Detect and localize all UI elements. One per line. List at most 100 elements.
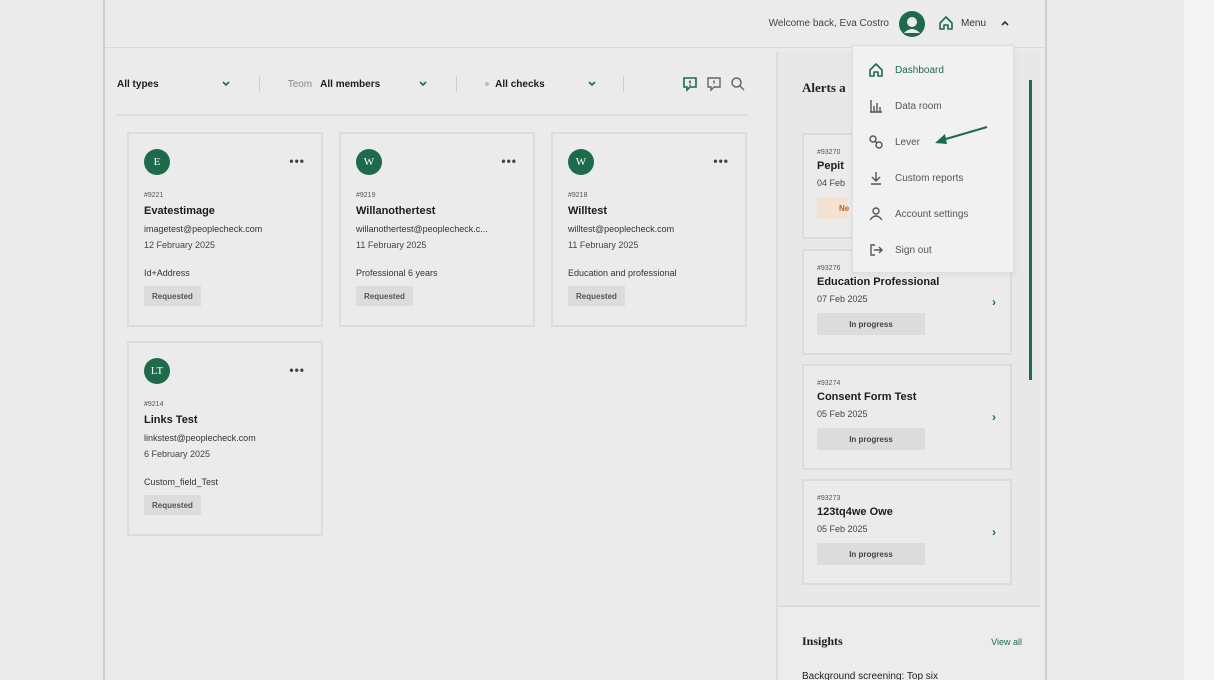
user-avatar[interactable] bbox=[899, 11, 925, 37]
more-options-icon[interactable]: ••• bbox=[501, 154, 517, 168]
alert-id: #93274 bbox=[817, 380, 841, 387]
candidate-id: #9219 bbox=[356, 192, 376, 199]
candidate-card[interactable]: W ••• #9218 Willtest willtest@peoplechec… bbox=[551, 132, 747, 327]
status-badge: In progress bbox=[817, 428, 925, 450]
insight-item[interactable]: Background screening: Top six bbox=[802, 671, 938, 680]
chevron-down-icon bbox=[419, 81, 427, 87]
candidate-check: Education and professional bbox=[568, 268, 677, 278]
candidate-email: imagetest@peoplecheck.com bbox=[144, 224, 263, 234]
more-options-icon[interactable]: ••• bbox=[289, 154, 305, 168]
candidate-avatar: LT bbox=[144, 358, 170, 384]
filter-team-label: Teom bbox=[287, 78, 313, 90]
alert-name: Education Professional bbox=[817, 276, 940, 288]
status-badge: Ne bbox=[817, 197, 849, 219]
outer-left-background bbox=[0, 0, 103, 680]
outer-right-background bbox=[1184, 0, 1214, 680]
chevron-right-icon[interactable]: › bbox=[992, 525, 996, 539]
chevron-down-icon bbox=[222, 81, 230, 87]
download-icon bbox=[871, 172, 881, 185]
candidate-card[interactable]: E ••• #9221 Evatestimage imagetest@peopl… bbox=[127, 132, 323, 327]
candidate-avatar: W bbox=[568, 149, 594, 175]
menu-button[interactable]: Menu bbox=[937, 14, 1010, 32]
alert-name: Pepit bbox=[817, 160, 844, 172]
menu-dropdown: Dashboard Data room Lever Custom reports… bbox=[852, 45, 1014, 273]
status-badge: Requested bbox=[144, 495, 201, 515]
insights-section: Insights View all Background screening: … bbox=[778, 605, 1040, 680]
app-window: Welcome back, Eva Costro Menu All types … bbox=[103, 0, 1047, 680]
menu-item-label: Sign out bbox=[895, 244, 932, 256]
candidate-date: 6 February 2025 bbox=[144, 449, 211, 459]
search-icon[interactable] bbox=[729, 75, 747, 93]
more-options-icon[interactable]: ••• bbox=[713, 154, 729, 168]
chevron-right-icon[interactable]: › bbox=[992, 295, 996, 309]
candidate-avatar: E bbox=[144, 149, 170, 175]
menu-label: Menu bbox=[961, 17, 987, 29]
scrollbar[interactable] bbox=[1029, 80, 1032, 380]
divider bbox=[258, 76, 260, 92]
status-badge: In progress bbox=[817, 543, 925, 565]
alert-name: Consent Form Test bbox=[817, 391, 917, 403]
menu-item-sign-out[interactable]: Sign out bbox=[867, 240, 932, 260]
candidate-name: Willanothertest bbox=[356, 205, 436, 217]
filter-checks[interactable]: All checks bbox=[485, 79, 596, 90]
insights-title: Insights bbox=[802, 634, 843, 648]
candidate-check: Professional 6 years bbox=[356, 268, 438, 278]
filter-team[interactable]: Teom All members bbox=[288, 79, 428, 90]
candidate-id: #9221 bbox=[144, 192, 164, 199]
alert-date: 07 Feb 2025 bbox=[817, 294, 868, 304]
sign-out-icon bbox=[870, 244, 883, 256]
chevron-right-icon[interactable]: › bbox=[992, 410, 996, 424]
candidate-date: 12 February 2025 bbox=[144, 240, 216, 250]
candidate-name: Willtest bbox=[568, 205, 608, 217]
chevron-down-icon bbox=[588, 81, 596, 87]
menu-item-lever[interactable]: Lever bbox=[867, 132, 920, 152]
candidate-email: willanothertest@peoplecheck.c... bbox=[356, 224, 488, 234]
alert-id: #93276 bbox=[817, 265, 841, 272]
link-icon bbox=[869, 135, 883, 149]
menu-item-label: Account settings bbox=[895, 208, 969, 220]
menu-item-dashboard[interactable]: Dashboard bbox=[867, 60, 944, 80]
view-all-link[interactable]: View all bbox=[991, 637, 1022, 647]
filter-checks-value: All checks bbox=[495, 78, 545, 90]
candidate-card[interactable]: W ••• #9219 Willanothertest willanothert… bbox=[339, 132, 535, 327]
candidate-email: linkstest@peoplecheck.com bbox=[144, 433, 256, 443]
menu-item-data-room[interactable]: Data room bbox=[867, 96, 942, 116]
filter-team-value: All members bbox=[320, 78, 381, 90]
menu-item-custom-reports[interactable]: Custom reports bbox=[867, 168, 963, 188]
more-options-icon[interactable]: ••• bbox=[289, 363, 305, 377]
alert-id: #93270 bbox=[817, 149, 841, 156]
alerts-title: Alerts a bbox=[802, 80, 846, 95]
home-icon bbox=[939, 16, 953, 30]
candidate-date: 11 February 2025 bbox=[356, 240, 427, 250]
menu-item-account-settings[interactable]: Account settings bbox=[867, 204, 968, 224]
candidate-id: #9214 bbox=[144, 401, 164, 408]
filter-types-value: All types bbox=[117, 78, 159, 90]
menu-item-label: Lever bbox=[895, 136, 921, 148]
user-avatar-icon bbox=[902, 14, 922, 34]
candidate-card[interactable]: LT ••• #9214 Links Test linkstest@people… bbox=[127, 341, 323, 536]
message-icon[interactable] bbox=[705, 75, 723, 93]
candidate-check: Custom_field_Test bbox=[144, 477, 219, 487]
alert-card[interactable]: #93274 Consent Form Test 05 Feb 2025 In … bbox=[802, 364, 1012, 470]
candidate-check: Id+Address bbox=[144, 268, 190, 278]
divider bbox=[456, 76, 458, 92]
status-badge: In progress bbox=[817, 313, 925, 335]
menu-item-label: Data room bbox=[895, 100, 942, 112]
filter-types[interactable]: All types bbox=[117, 79, 231, 90]
alert-chat-icon[interactable] bbox=[681, 75, 699, 93]
filter-bar: All types Teom All members All checks bbox=[117, 66, 747, 102]
alert-card[interactable]: #93273 123tq4we Owe 05 Feb 2025 In progr… bbox=[802, 479, 1012, 585]
home-icon bbox=[869, 63, 883, 77]
chevron-up-icon bbox=[1001, 20, 1009, 26]
candidate-id: #9218 bbox=[568, 192, 588, 199]
candidate-avatar: W bbox=[356, 149, 382, 175]
welcome-text: Welcome back, Eva Costro bbox=[768, 18, 889, 29]
annotation-arrow-icon bbox=[935, 126, 988, 144]
alert-date: 05 Feb 2025 bbox=[817, 524, 868, 534]
filter-divider bbox=[117, 114, 747, 116]
status-badge: Requested bbox=[144, 286, 201, 306]
status-badge: Requested bbox=[356, 286, 413, 306]
candidate-name: Evatestimage bbox=[144, 205, 215, 217]
alert-date: 05 Feb 2025 bbox=[817, 409, 868, 419]
alert-name: 123tq4we Owe bbox=[817, 506, 893, 518]
